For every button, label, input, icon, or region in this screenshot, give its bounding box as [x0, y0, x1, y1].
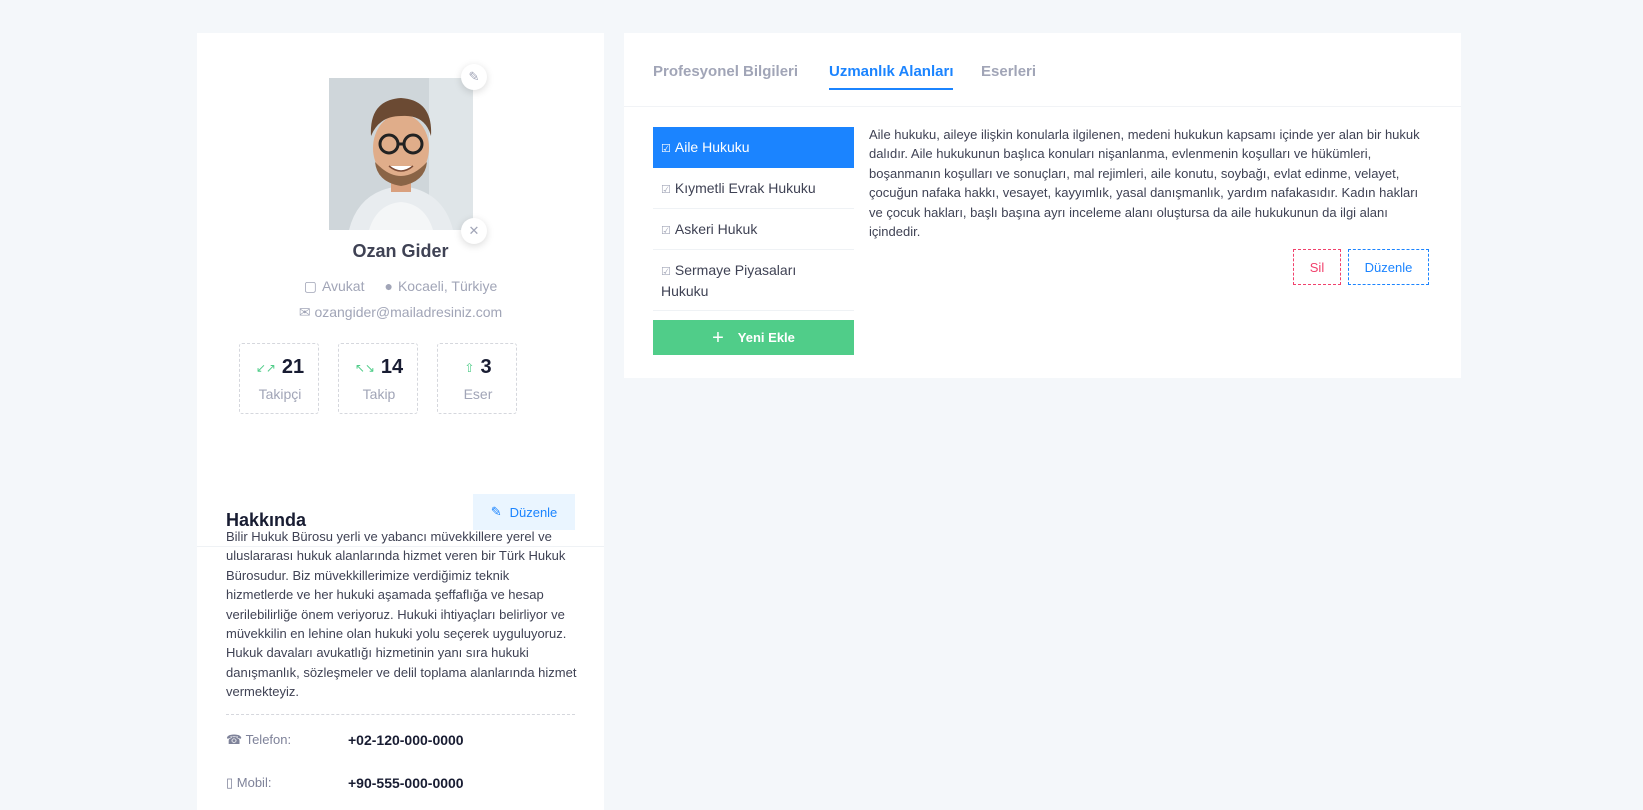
about-edit-button[interactable]: ✎ Düzenle: [473, 494, 575, 530]
profile-meta: ▢ Avukat ● Kocaeli, Türkiye: [197, 278, 604, 295]
category-label: Askeri Hukuk: [674, 221, 758, 237]
stat-label: Eser: [463, 386, 493, 402]
location-pin-icon: ●: [384, 278, 393, 294]
profile-email-row: ✉ ozangider@mailadresiniz.com: [197, 304, 604, 321]
checkbox-icon: ☑: [661, 184, 671, 196]
category-label: Kıymetli Evrak Hukuku: [674, 180, 816, 196]
briefcase-icon: ▢: [303, 278, 317, 294]
stat-value: 21: [281, 356, 305, 378]
plus-icon: +: [712, 326, 724, 349]
phone-icon: ☎: [226, 732, 246, 747]
about-edit-label: Düzenle: [509, 504, 558, 520]
profile-location: Kocaeli, Türkiye: [397, 278, 498, 294]
checkbox-icon: ☑: [661, 266, 671, 278]
profile-card: ✎ ✕ Ozan Gider ▢ Avukat ● Kocaeli, Türkiye…: [197, 33, 604, 810]
edit-button[interactable]: Düzenle: [1348, 249, 1429, 285]
expertise-card: Profesyonel Bilgileri Uzmanlık Alanları …: [624, 33, 1461, 378]
stat-followers[interactable]: ↙↗ 21 Takipçi: [239, 343, 319, 414]
close-icon: ✕: [468, 223, 480, 238]
about-text: Bilir Hukuk Bürosu yerli ve yabancı müve…: [226, 529, 577, 700]
tab-professional-info[interactable]: Profesyonel Bilgileri: [653, 63, 798, 88]
mobile-phone-icon: ▯: [226, 775, 237, 790]
edit-icon: ✎: [490, 504, 502, 519]
arrows-in-icon: ↙↗: [255, 360, 276, 375]
category-label: Sermaye Piyasaları Hukuku: [661, 262, 797, 299]
mobile-label: Mobil:: [236, 775, 272, 790]
profile-location-item: ● Kocaeli, Türkiye: [384, 278, 497, 295]
checkbox-icon: ☑: [661, 225, 671, 237]
mobile-label-wrap: ▯ Mobil:: [226, 775, 271, 791]
pencil-icon: ✎: [468, 69, 480, 84]
list-item[interactable]: ☑ Sermaye Piyasaları Hukuku: [653, 250, 854, 311]
mobile-value[interactable]: +90-555-000-0000: [348, 775, 464, 791]
stat-following[interactable]: ↖↘ 14 Takip: [338, 343, 418, 414]
tab-bar: Profesyonel Bilgileri Uzmanlık Alanları …: [624, 33, 1461, 107]
change-avatar-button[interactable]: ✎: [461, 64, 487, 90]
avatar: [329, 78, 473, 230]
tab-works[interactable]: Eserleri: [981, 63, 1036, 88]
stat-label: Takipçi: [258, 386, 302, 402]
list-item[interactable]: ☑ Aile Hukuku: [653, 127, 854, 168]
list-item[interactable]: ☑ Kıymetli Evrak Hukuku: [653, 168, 854, 209]
tab-expertise-areas[interactable]: Uzmanlık Alanları: [829, 63, 954, 90]
divider: [226, 714, 575, 715]
checkbox-icon: ☑: [661, 143, 671, 155]
profile-email[interactable]: ozangider@mailadresiniz.com: [314, 304, 502, 320]
category-label: Aile Hukuku: [674, 139, 750, 155]
stat-value: 3: [480, 356, 492, 378]
phone-value[interactable]: +02-120-000-0000: [348, 732, 464, 748]
profile-title-item: ▢ Avukat: [304, 278, 365, 295]
phone-label-wrap: ☎ Telefon:: [226, 732, 291, 748]
category-description: Aile hukuku, aileye ilişkin konularla il…: [869, 127, 1420, 240]
phone-label: Telefon:: [245, 732, 292, 747]
delete-button[interactable]: Sil: [1293, 249, 1341, 285]
stat-works[interactable]: ⇧ 3 Eser: [437, 343, 517, 414]
avatar-wrap: ✎ ✕: [329, 64, 487, 244]
arrows-out-icon: ↖↘: [354, 360, 375, 375]
list-item[interactable]: ☑ Askeri Hukuk: [653, 209, 854, 250]
envelope-icon: ✉: [298, 304, 311, 320]
category-list: ☑ Aile Hukuku ☑ Kıymetli Evrak Hukuku ☑ Ask…: [653, 127, 854, 311]
add-new-button[interactable]: + Yeni Ekle: [653, 320, 854, 355]
add-new-label: Yeni Ekle: [737, 330, 795, 345]
profile-name: Ozan Gider: [352, 241, 449, 261]
stat-label: Takip: [362, 386, 396, 402]
stat-value: 14: [380, 356, 404, 378]
file-up-icon: ⇧: [464, 360, 475, 375]
profile-title: Avukat: [321, 278, 365, 294]
